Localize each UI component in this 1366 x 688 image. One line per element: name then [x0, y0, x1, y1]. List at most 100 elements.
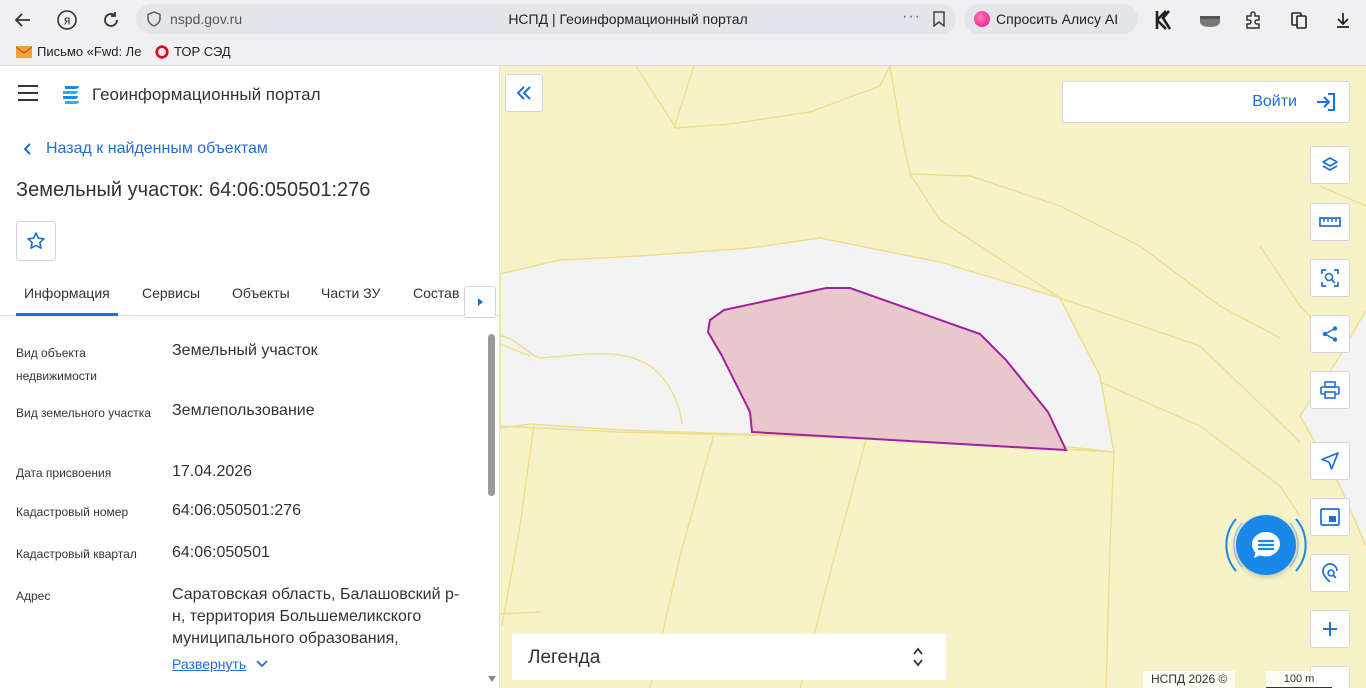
panel-scrollbar-thumb[interactable]: [488, 334, 495, 496]
extension-hat-icon[interactable]: [1197, 7, 1223, 33]
chat-icon: [1252, 532, 1280, 558]
bookmark-tor-sed[interactable]: ТОР СЭД: [155, 44, 231, 59]
parcel-boundary: [635, 66, 891, 129]
tab-composition[interactable]: Состав: [413, 285, 459, 301]
extensions-puzzle-icon[interactable]: [1240, 7, 1266, 33]
mail-icon: [16, 45, 32, 58]
parcel-boundary: [1105, 451, 1115, 688]
red-circle-icon: [155, 44, 169, 59]
address-bar[interactable]: nspd.gov.ru НСПД | Геоинформационный пор…: [136, 4, 956, 34]
panel-header: Геоинформационный портал: [0, 66, 499, 122]
select-area-icon: [1321, 269, 1339, 287]
caret-right-icon: [478, 298, 483, 306]
map-layer: [500, 66, 1366, 688]
login-label: Войти: [1252, 93, 1297, 110]
minimap-button[interactable]: [1310, 498, 1350, 536]
info-tabs: Информация Сервисы Объекты Части ЗУ Сост…: [0, 272, 499, 318]
property-value: Земельный участок: [172, 342, 318, 359]
property-label: Вид объекта недвижимости: [16, 346, 97, 383]
tab-services[interactable]: Сервисы: [142, 285, 200, 301]
object-info-panel: Геоинформационный портал Назад к найденн…: [0, 66, 500, 688]
extension-k-icon[interactable]: [1152, 7, 1178, 33]
page-title: Земельный участок: 64:06:050501:276: [16, 179, 371, 201]
search-location-button[interactable]: [1310, 554, 1350, 592]
chevron-left-icon: [23, 143, 31, 155]
alice-label: Спросить Алису AI: [996, 11, 1119, 27]
favorite-button[interactable]: [16, 221, 56, 261]
parcel-boundary: [500, 611, 541, 615]
parcel-boundary: [501, 423, 535, 627]
parcel-boundary: [673, 66, 695, 129]
login-icon: [1317, 93, 1335, 111]
layers-button[interactable]: [1310, 146, 1350, 184]
bookmark-label: ТОР СЭД: [174, 44, 231, 59]
chat-button[interactable]: [1236, 515, 1296, 575]
expand-link[interactable]: Развернуть: [172, 656, 268, 672]
portal-name: Геоинформационный портал: [92, 85, 321, 104]
bookmark-label: Письмо «Fwd: Лес: [37, 44, 142, 59]
property-value: 64:06:050501:276: [172, 502, 302, 519]
print-icon: [1320, 381, 1340, 399]
property-label: Кадастровый квартал: [16, 547, 137, 561]
active-tab-indicator: [16, 313, 118, 316]
collections-icon[interactable]: [1286, 7, 1312, 33]
layers-icon: [1322, 157, 1338, 171]
property-value: Землепользование: [172, 402, 315, 419]
bookmark-mail[interactable]: Письмо «Fwd: Лес: [16, 44, 142, 59]
share-button[interactable]: [1310, 315, 1350, 353]
tab-title: НСПД | Геоинформационный портал: [508, 11, 748, 27]
bookmark-icon[interactable]: [932, 11, 946, 27]
search-location-icon: [1322, 563, 1338, 583]
collapse-panel-button[interactable]: [505, 74, 543, 112]
menu-icon[interactable]: [18, 85, 38, 101]
alice-icon: [974, 11, 990, 27]
ruler-button[interactable]: [1310, 203, 1350, 241]
scroll-down-arrow-icon[interactable]: [487, 675, 497, 683]
copyright: НСПД 2026 ©: [1143, 671, 1236, 688]
back-to-results-link[interactable]: Назад к найденным объектам: [22, 140, 268, 158]
legend-panel[interactable]: Легенда: [512, 634, 946, 680]
share-icon: [1322, 326, 1338, 342]
select-area-button[interactable]: [1310, 259, 1350, 297]
locate-icon: [1321, 452, 1339, 470]
expand-label: Развернуть: [172, 656, 247, 672]
tab-objects[interactable]: Объекты: [232, 285, 290, 301]
property-label: Кадастровый номер: [16, 505, 129, 519]
zoom-in-button[interactable]: [1310, 610, 1350, 648]
yandex-icon[interactable]: я: [54, 7, 80, 33]
back-label: Назад к найденным объектам: [46, 140, 268, 157]
ask-alice-button[interactable]: Спросить Алису AI: [964, 4, 1138, 34]
back-arrow-icon[interactable]: [10, 7, 36, 33]
portal-logo-icon: [63, 86, 79, 104]
locate-button[interactable]: [1310, 442, 1350, 480]
browser-toolbar: я nspd.gov.ru НСПД | Геоинформационный п…: [0, 0, 1366, 38]
minimap-icon: [1320, 508, 1340, 526]
property-value: Саратовская область, Балашовский р-н, те…: [172, 586, 460, 647]
tab-parcel-parts[interactable]: Части ЗУ: [321, 285, 380, 301]
property-value: 17.04.2026: [172, 463, 253, 480]
tab-information[interactable]: Информация: [24, 285, 110, 301]
reload-icon[interactable]: [98, 7, 124, 33]
tabs-scroll-right-button[interactable]: [464, 286, 496, 318]
property-value: 64:06:050501: [172, 544, 270, 561]
download-icon[interactable]: [1330, 7, 1356, 33]
svg-text:я: я: [63, 14, 70, 28]
zoom-in-icon: [1323, 622, 1337, 636]
ruler-icon: [1319, 217, 1341, 227]
login-button[interactable]: Войти: [1062, 81, 1350, 123]
print-button[interactable]: [1310, 371, 1350, 409]
map-canvas[interactable]: [500, 66, 1366, 688]
legend-label: Легенда: [528, 647, 601, 668]
property-label: Дата присвоения: [16, 466, 112, 480]
parcel-boundary: [1099, 381, 1301, 517]
bookmarks-bar: Письмо «Fwd: Лес ТОР СЭД: [0, 38, 1366, 66]
double-chevron-left-icon: [516, 86, 531, 100]
expand-collapse-icon: [913, 647, 923, 667]
property-label: Адрес: [16, 589, 51, 603]
shield-icon: [147, 11, 161, 27]
chevron-down-icon: [256, 660, 268, 668]
scale-bar: 100 m: [1266, 671, 1332, 688]
more-icon[interactable]: ···: [902, 8, 921, 26]
property-label: Вид земельного участка: [16, 406, 151, 420]
star-icon: [27, 232, 45, 249]
